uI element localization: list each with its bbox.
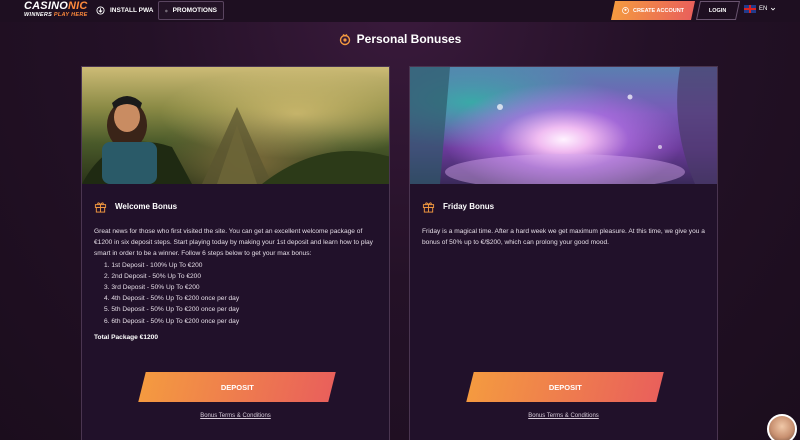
logo-text-accent: NIC [67,0,88,12]
install-pwa-label: INSTALL PWA [110,7,154,14]
deposit-step: 2. 2nd Deposit - 50% Up To €200 [104,272,202,280]
top-navigation: CASINONIC WINNERS PLAY HERE INSTALL PWA … [0,0,800,22]
friday-bonus-image [410,67,717,184]
gift-icon [422,202,435,213]
welcome-terms-link[interactable]: Bonus Terms & Conditions [82,413,389,419]
login-label: LOGIN [709,7,727,14]
promotions-label: PROMOTIONS [172,7,217,14]
deposit-step: 4. 4th Deposit - 50% Up To €200 once per… [104,295,240,303]
friday-bonus-card: Friday Bonus Friday is a magical time. A… [409,66,718,440]
total-package: Total Package €1200 [94,333,159,341]
install-pwa-button[interactable]: INSTALL PWA [90,1,159,20]
deposit-steps-list: 1. 1st Deposit - 100% Up To €200 2. 2nd … [104,260,380,327]
promotions-button[interactable]: PROMOTIONS [158,1,224,20]
deposit-step: 1. 1st Deposit - 100% Up To €200 [104,261,203,269]
create-account-label: CREATE ACCOUNT [632,7,685,14]
welcome-bonus-intro: Great news for those who first visited t… [94,228,373,258]
uk-flag-icon [744,5,756,13]
friday-deposit-button[interactable]: DEPOSIT [466,372,664,402]
language-label: EN [759,6,768,12]
logo-tagline-b: PLAY HERE [53,12,88,18]
deposit-step: 3. 3rd Deposit - 50% Up To €200 [104,284,200,292]
page-title: Personal Bonuses [356,32,462,46]
welcome-bonus-image [82,67,389,184]
pwa-download-icon [96,6,105,15]
user-icon [622,7,629,14]
logo-tagline-a: WINNERS [24,12,53,18]
deposit-label: DEPOSIT [220,382,254,392]
deposit-step: 6. 6th Deposit - 50% Up To €200 once per… [104,317,240,325]
welcome-deposit-button[interactable]: DEPOSIT [138,372,336,402]
promotions-icon [165,9,168,12]
friday-bonus-description: Friday is a magical time. After a hard w… [422,226,708,248]
welcome-bonus-title: Welcome Bonus [94,200,177,213]
page-heading: Personal Bonuses [0,32,800,46]
welcome-bonus-description: Great news for those who first visited t… [94,226,380,343]
language-selector[interactable]: EN [744,5,776,13]
login-button[interactable]: LOGIN [695,1,741,20]
gift-icon [94,202,107,213]
friday-bonus-intro: Friday is a magical time. After a hard w… [422,228,705,247]
friday-bonus-title-text: Friday Bonus [443,202,495,211]
deposit-label: DEPOSIT [548,382,582,392]
welcome-bonus-card: Welcome Bonus Great news for those who f… [81,66,390,440]
chevron-down-icon [771,7,776,11]
support-avatar[interactable] [767,414,797,440]
casino-logo[interactable]: CASINONIC WINNERS PLAY HERE [24,1,88,19]
create-account-button[interactable]: CREATE ACCOUNT [610,1,696,20]
bonus-coin-icon [339,34,350,46]
friday-terms-link[interactable]: Bonus Terms & Conditions [410,413,717,419]
deposit-step: 5. 5th Deposit - 50% Up To €200 once per… [104,306,240,314]
logo-text-main: CASINO [24,0,68,12]
welcome-bonus-title-text: Welcome Bonus [115,202,178,211]
friday-bonus-title: Friday Bonus [422,200,494,213]
